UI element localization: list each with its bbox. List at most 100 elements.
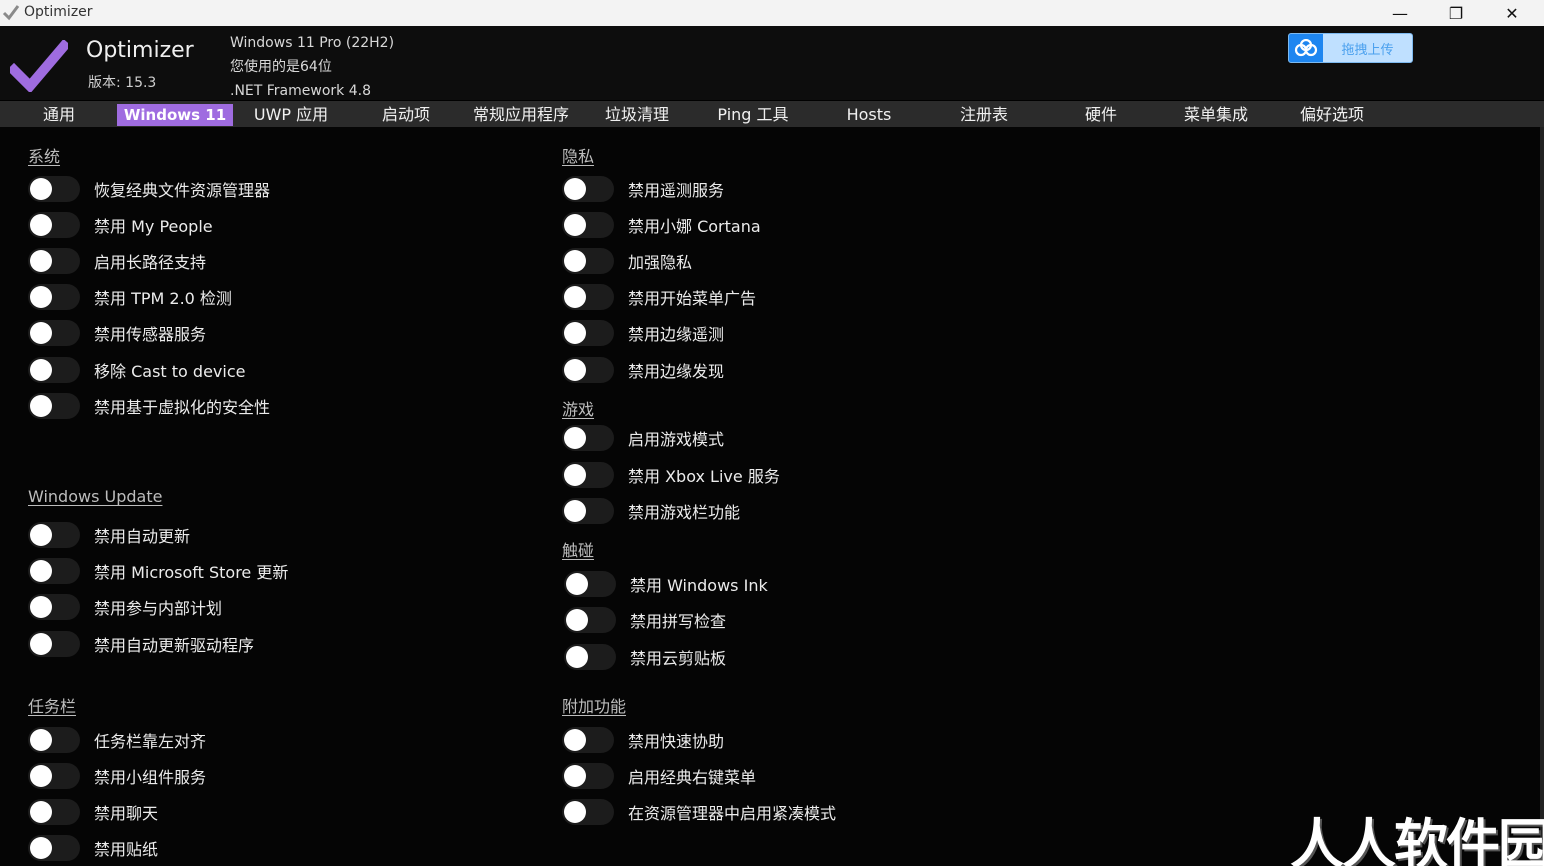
option-item[interactable]: 移除 Cast to device: [28, 353, 245, 387]
toggle-switch[interactable]: [28, 522, 80, 548]
toggle-switch[interactable]: [28, 212, 80, 238]
toggle-switch[interactable]: [28, 558, 80, 584]
toggle-switch[interactable]: [28, 594, 80, 620]
options-panel: 系统 恢复经典文件资源管理器 禁用 My People 启用长路径支持 禁用 T…: [0, 127, 1544, 866]
tab-windows-11[interactable]: Windows 11: [117, 104, 233, 126]
option-label: 禁用传感器服务: [94, 325, 207, 344]
tab-bar: 通用 Windows 11 UWP 应用 启动项 常规应用程序 垃圾清理 Pin…: [0, 101, 1544, 127]
app-header: Optimizer 版本: 15.3 Windows 11 Pro (22H2)…: [0, 26, 1544, 100]
option-item[interactable]: 禁用参与内部计划: [28, 590, 222, 624]
option-item[interactable]: 禁用 Windows Ink: [564, 567, 768, 601]
option-item[interactable]: 禁用 Xbox Live 服务: [562, 458, 780, 492]
toggle-switch[interactable]: [28, 799, 80, 825]
section-title-gaming: 游戏: [562, 400, 595, 419]
option-item[interactable]: 禁用自动更新驱动程序: [28, 627, 254, 661]
option-label: 禁用开始菜单广告: [628, 289, 757, 308]
tab-common-apps[interactable]: 常规应用程序: [466, 104, 576, 126]
toggle-switch[interactable]: [562, 248, 614, 274]
toggle-switch[interactable]: [562, 498, 614, 524]
maximize-button[interactable]: ❐: [1428, 0, 1484, 26]
option-item[interactable]: 禁用 TPM 2.0 检测: [28, 280, 232, 314]
option-item[interactable]: 禁用云剪贴板: [564, 640, 726, 674]
option-item[interactable]: 任务栏靠左对齐: [28, 723, 206, 757]
tab-preferences[interactable]: 偏好选项: [1290, 104, 1374, 126]
tab-registry[interactable]: 注册表: [950, 104, 1018, 126]
minimize-button[interactable]: —: [1372, 0, 1428, 26]
option-label: 禁用小组件服务: [94, 768, 207, 787]
window-title: Optimizer: [24, 4, 93, 20]
check-icon: [2, 5, 20, 21]
system-info: Windows 11 Pro (22H2) 您使用的是64位 .NET Fram…: [230, 31, 394, 103]
option-item[interactable]: 禁用 Microsoft Store 更新: [28, 554, 288, 588]
option-item[interactable]: 启用长路径支持: [28, 244, 206, 278]
option-item[interactable]: 禁用边缘发现: [562, 353, 724, 387]
cloud-icon: [1289, 34, 1323, 62]
option-item[interactable]: 启用游戏模式: [562, 421, 724, 455]
toggle-switch[interactable]: [564, 607, 616, 633]
option-item[interactable]: 禁用开始菜单广告: [562, 280, 756, 314]
toggle-switch[interactable]: [562, 284, 614, 310]
toggle-switch[interactable]: [562, 462, 614, 488]
tab-menu-integration[interactable]: 菜单集成: [1174, 104, 1258, 126]
toggle-switch[interactable]: [28, 393, 80, 419]
option-item[interactable]: 禁用贴纸: [28, 831, 158, 865]
option-item[interactable]: 禁用拼写检查: [564, 603, 726, 637]
option-item[interactable]: 加强隐私: [562, 244, 692, 278]
option-item[interactable]: 禁用边缘遥测: [562, 316, 724, 350]
architecture: 您使用的是64位: [230, 59, 332, 75]
toggle-switch[interactable]: [28, 835, 80, 861]
section-title-privacy: 隐私: [562, 147, 595, 166]
option-label: 禁用遥测服务: [628, 181, 725, 200]
toggle-switch[interactable]: [562, 763, 614, 789]
toggle-switch[interactable]: [28, 176, 80, 202]
toggle-switch[interactable]: [28, 248, 80, 274]
tab-startup[interactable]: 启动项: [370, 104, 442, 126]
toggle-switch[interactable]: [28, 357, 80, 383]
toggle-switch[interactable]: [28, 763, 80, 789]
toggle-switch[interactable]: [562, 320, 614, 346]
option-item[interactable]: 恢复经典文件资源管理器: [28, 172, 270, 206]
close-button[interactable]: ✕: [1484, 0, 1540, 26]
upload-button[interactable]: 拖拽上传: [1288, 33, 1413, 63]
option-item[interactable]: 禁用小娜 Cortana: [562, 208, 761, 242]
app-version: 版本: 15.3: [88, 75, 157, 91]
toggle-switch[interactable]: [28, 727, 80, 753]
tab-cleanup[interactable]: 垃圾清理: [598, 104, 676, 126]
tab-uwp-apps[interactable]: UWP 应用: [246, 104, 336, 126]
toggle-switch[interactable]: [28, 320, 80, 346]
close-icon: ✕: [1505, 3, 1519, 23]
toggle-switch[interactable]: [28, 284, 80, 310]
toggle-switch[interactable]: [562, 425, 614, 451]
option-label: 禁用 TPM 2.0 检测: [94, 289, 232, 308]
option-item[interactable]: 禁用传感器服务: [28, 316, 206, 350]
option-item[interactable]: 禁用基于虚拟化的安全性: [28, 389, 270, 423]
option-item[interactable]: 禁用遥测服务: [562, 172, 724, 206]
tab-general[interactable]: 通用: [30, 104, 88, 126]
tab-hosts[interactable]: Hosts: [840, 104, 898, 126]
option-label: 禁用快速协助: [628, 732, 725, 751]
tab-hardware[interactable]: 硬件: [1074, 104, 1128, 126]
toggle-switch[interactable]: [562, 799, 614, 825]
toggle-switch[interactable]: [564, 644, 616, 670]
upload-label: 拖拽上传: [1341, 42, 1394, 58]
maximize-icon: ❐: [1448, 3, 1464, 23]
toggle-switch[interactable]: [28, 631, 80, 657]
section-title-system: 系统: [28, 147, 61, 166]
section-title-extras: 附加功能: [562, 697, 627, 716]
option-item[interactable]: 禁用小组件服务: [28, 759, 206, 793]
tab-ping-tool[interactable]: Ping 工具: [710, 104, 796, 126]
toggle-switch[interactable]: [562, 727, 614, 753]
option-item[interactable]: 启用经典右键菜单: [562, 759, 756, 793]
os-version: Windows 11 Pro (22H2): [230, 35, 395, 51]
option-item[interactable]: 禁用快速协助: [562, 723, 724, 757]
option-item[interactable]: 在资源管理器中启用紧凑模式: [562, 795, 836, 829]
option-label: 禁用边缘遥测: [628, 325, 725, 344]
option-item[interactable]: 禁用 My People: [28, 208, 213, 242]
toggle-switch[interactable]: [564, 571, 616, 597]
toggle-switch[interactable]: [562, 212, 614, 238]
toggle-switch[interactable]: [562, 176, 614, 202]
option-item[interactable]: 禁用自动更新: [28, 518, 190, 552]
option-item[interactable]: 禁用聊天: [28, 795, 158, 829]
toggle-switch[interactable]: [562, 357, 614, 383]
option-item[interactable]: 禁用游戏栏功能: [562, 494, 740, 528]
